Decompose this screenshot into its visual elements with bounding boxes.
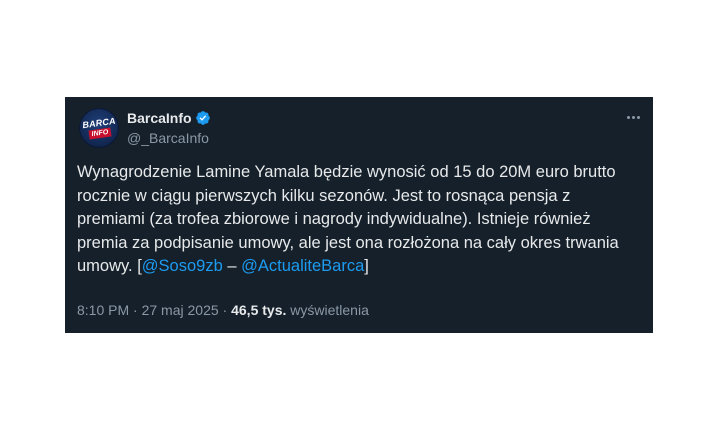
mention-separator: –: [222, 257, 242, 275]
mention-link[interactable]: @ActualiteBarca: [241, 257, 364, 275]
more-dot: [626, 115, 630, 119]
avatar[interactable]: BARCA INFO: [79, 108, 119, 148]
mention-link[interactable]: @Soso9zb: [142, 257, 223, 275]
meta-separator: ·: [218, 302, 232, 318]
views-count: 46,5 tys.: [231, 302, 287, 318]
verified-badge-icon: [195, 111, 210, 125]
author-handle[interactable]: @_BarcaInfo: [127, 130, 209, 146]
tweet-time[interactable]: 8:10 PM: [77, 302, 129, 318]
tweet-meta: 8:10 PM · 27 maj 2025 · 46,5 tys. wyświe…: [77, 302, 369, 318]
meta-separator: ·: [129, 302, 142, 318]
tweet-text: Wynagrodzenie Lamine Yamala będzie wynos…: [77, 161, 641, 279]
avatar-ring: [79, 108, 119, 148]
author-display-name[interactable]: BarcaInfo: [127, 110, 192, 126]
more-dot: [631, 115, 635, 119]
author-name-row: BarcaInfo: [127, 109, 211, 127]
more-dots-icon[interactable]: [625, 109, 641, 125]
tweet-text-end: ]: [364, 257, 369, 275]
tweet-card: BARCA INFO BarcaInfo @_BarcaInfo Wynagro…: [65, 97, 653, 333]
views-label: wyświetlenia: [286, 302, 369, 318]
tweet-date[interactable]: 27 maj 2025: [142, 302, 219, 318]
more-dot: [636, 115, 640, 119]
